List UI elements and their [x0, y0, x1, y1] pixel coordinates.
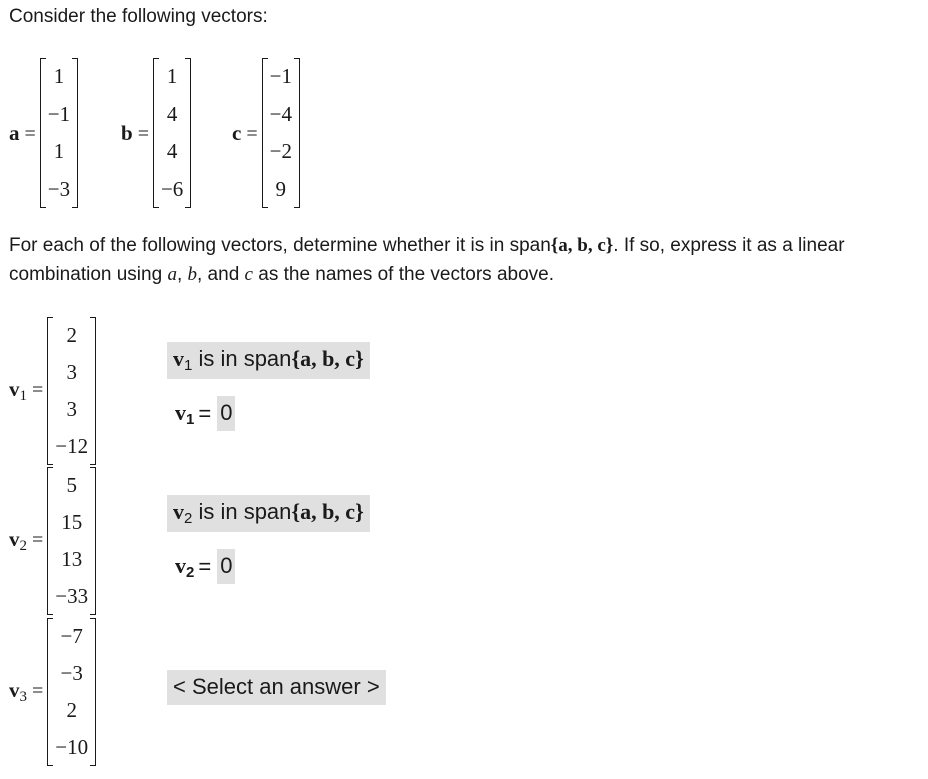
equals-sign: =: [32, 529, 44, 551]
vector-b-entry: 4: [166, 101, 178, 126]
instructions-text: ,: [176, 264, 188, 285]
vector-v1-name: v1: [9, 377, 27, 404]
instructions-text: as the names of the vectors above.: [252, 264, 554, 285]
v2-combination-line: v2 = 0: [175, 549, 236, 584]
vector-a-name: a: [9, 120, 20, 145]
vector-b-matrix: 1 4 4 −6: [152, 58, 192, 208]
vector-v2-entry: 5: [66, 473, 77, 497]
vector-v3-entry: −3: [60, 661, 83, 685]
equals-sign: =: [246, 122, 258, 145]
vector-a-matrix: 1 −1 1 −3: [39, 58, 79, 208]
v2-span-dropdown[interactable]: v2 is in span{a, b, c}: [167, 495, 370, 532]
v3-span-dropdown[interactable]: < Select an answer >: [167, 670, 386, 705]
vector-b-entry: −6: [160, 176, 184, 201]
span-set: {a, b, c}: [291, 499, 364, 524]
v1-combination-line: v1 = 0: [175, 396, 236, 431]
vector-v2-entry: 13: [61, 547, 83, 571]
vector-v2-entry: −33: [55, 584, 89, 608]
vector-c-matrix: −1 −4 −2 9: [261, 58, 301, 208]
v2-combination-input[interactable]: 0: [217, 549, 236, 584]
vector-v2-entry: 15: [61, 510, 83, 534]
v1-combination-input[interactable]: 0: [217, 396, 236, 431]
equals-sign: =: [32, 379, 44, 401]
equals-sign: =: [137, 122, 149, 145]
vector-v1: v1 = 2 3 3 −12: [9, 317, 96, 465]
span-set: {a, b, c}: [291, 346, 364, 371]
vector-c-name: c: [232, 120, 242, 145]
equals-sign: =: [198, 553, 212, 579]
vector-c-entry: −2: [269, 139, 292, 163]
vector-v2: v2 = 5 15 13 −33: [9, 467, 96, 615]
vector-v3: v3 = −7 −3 2 −10: [9, 618, 96, 766]
vector-v2-matrix: 5 15 13 −33: [47, 467, 96, 615]
var-a: a: [167, 264, 177, 285]
vector-v2-name: v2: [9, 527, 27, 554]
vector-v1-entry: 3: [66, 360, 77, 384]
vector-a-entry: −3: [47, 176, 71, 201]
var-c: c: [244, 264, 253, 285]
vector-b-entry: 4: [166, 139, 178, 163]
vector-v1-matrix: 2 3 3 −12: [47, 317, 96, 465]
equals-sign: =: [198, 400, 212, 426]
equals-sign: =: [32, 680, 44, 702]
equals-sign: =: [24, 122, 36, 145]
dropdown-placeholder: < Select an answer >: [173, 674, 380, 699]
vector-c-entry: 9: [275, 176, 287, 201]
dropdown-selected-text: is in span: [192, 346, 292, 371]
vector-c-entry: −1: [269, 64, 292, 88]
span-set: {a, b, c}: [550, 235, 614, 256]
vector-b-name: b: [121, 120, 133, 145]
vector-b-entry: 1: [166, 64, 178, 88]
vector-a-entry: 1: [53, 64, 65, 88]
vector-b: b = 1 4 4 −6: [121, 58, 192, 208]
vector-v3-entry: −7: [60, 624, 83, 648]
v1-span-dropdown[interactable]: v1 is in span{a, b, c}: [167, 342, 370, 379]
vector-v1-entry: 2: [66, 323, 77, 347]
vector-a-entry: 1: [53, 139, 65, 163]
vector-a-entry: −1: [47, 101, 71, 126]
instructions: For each of the following vectors, deter…: [9, 231, 919, 289]
vector-c-entry: −4: [269, 101, 292, 126]
vector-v3-name: v3: [9, 678, 27, 705]
vector-v1-entry: 3: [66, 397, 77, 421]
vector-a: a = 1 −1 1 −3: [9, 58, 79, 208]
dropdown-selected-text: is in span: [192, 499, 292, 524]
instructions-text: For each of the following vectors, deter…: [9, 235, 551, 256]
vector-v3-entry: −10: [55, 735, 89, 759]
var-b: b: [187, 264, 198, 285]
vector-v1-entry: −12: [55, 434, 89, 458]
vector-v3-entry: 2: [66, 698, 77, 722]
vector-c: c = −1 −4 −2 9: [232, 58, 301, 208]
intro-text: Consider the following vectors:: [9, 6, 268, 27]
vector-v3-matrix: −7 −3 2 −10: [47, 618, 96, 766]
instructions-text: , and: [197, 264, 245, 285]
